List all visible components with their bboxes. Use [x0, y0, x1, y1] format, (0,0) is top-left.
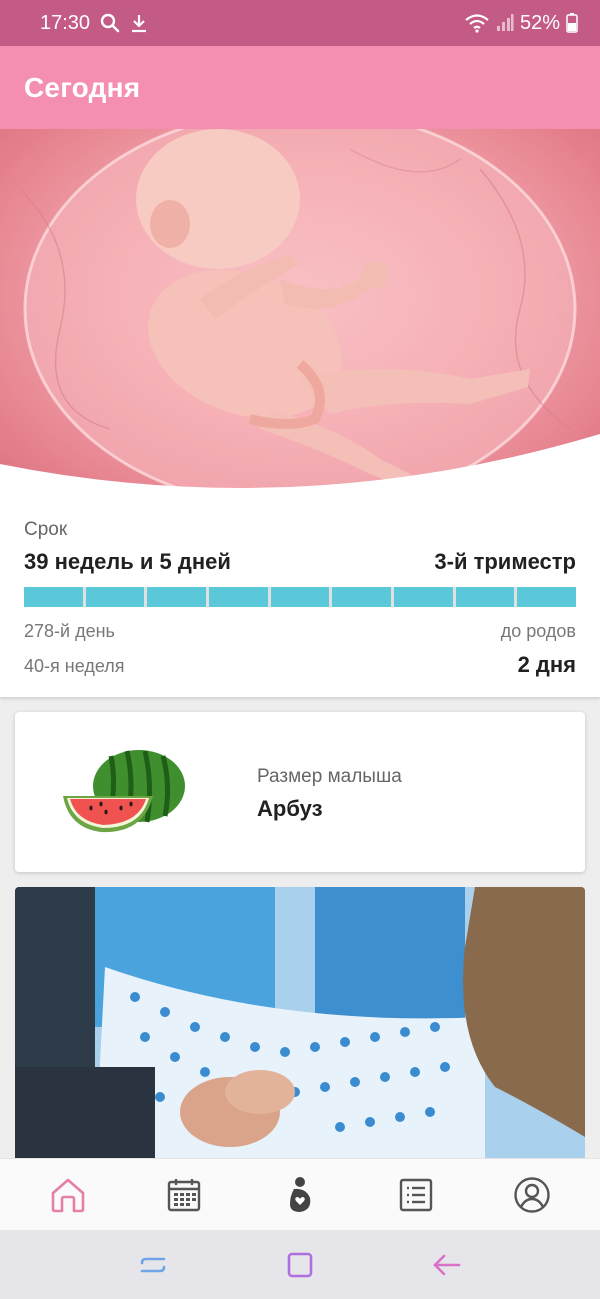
nav-home[interactable] — [38, 1165, 98, 1225]
progress-segment — [147, 587, 207, 607]
term-card: Срок 39 недель и 5 дней 3-й триместр 278… — [0, 499, 600, 697]
until-birth-label: до родов — [500, 621, 576, 641]
battery-icon — [566, 13, 578, 33]
nav-profile[interactable] — [502, 1165, 562, 1225]
nav-list[interactable] — [386, 1165, 446, 1225]
watermelon-icon — [61, 750, 185, 839]
fetus-illustration — [0, 129, 600, 499]
home-square-icon — [287, 1252, 313, 1277]
until-birth-value: 2 дня — [517, 652, 576, 677]
birth-photo — [15, 887, 585, 1159]
status-bar: 17:30 52% — [0, 0, 600, 46]
progress-segment — [394, 587, 453, 607]
week-count: 40-я неделя — [24, 656, 125, 676]
app-bar: Сегодня — [0, 46, 600, 129]
download-icon — [130, 13, 148, 33]
recent-apps-button[interactable] — [123, 1240, 183, 1290]
pregnancy-icon — [290, 1176, 311, 1212]
nav-pregnancy[interactable] — [270, 1165, 330, 1225]
term-label: Срок — [24, 519, 68, 540]
profile-icon — [514, 1176, 550, 1213]
home-icon — [51, 1178, 85, 1212]
calendar-icon — [167, 1178, 201, 1211]
baby-size-card[interactable]: Размер малыша Арбуз — [15, 712, 585, 872]
pregnancy-progress-bar — [24, 587, 577, 607]
recent-apps-icon — [141, 1257, 166, 1272]
progress-segment — [455, 587, 515, 607]
signal-icon — [496, 14, 514, 32]
back-button[interactable] — [417, 1240, 477, 1290]
baby-size-label: Размер малыша — [257, 766, 402, 787]
list-icon — [399, 1178, 433, 1211]
battery-text: 52% — [519, 11, 560, 34]
article-photo-card[interactable] — [15, 887, 585, 1159]
system-navigation-bar — [0, 1230, 600, 1299]
bottom-navigation — [0, 1158, 600, 1230]
progress-segment — [517, 587, 577, 607]
status-time: 17:30 — [40, 11, 91, 34]
home-button[interactable] — [270, 1240, 330, 1290]
page-title: Сегодня — [24, 71, 141, 103]
term-trimester: 3-й триместр — [434, 549, 576, 574]
term-weeks: 39 недель и 5 дней — [24, 549, 231, 574]
progress-segment — [332, 587, 392, 607]
nav-calendar[interactable] — [154, 1165, 214, 1225]
progress-segment — [209, 587, 268, 607]
wifi-icon — [464, 13, 490, 33]
baby-size-value: Арбуз — [257, 796, 323, 821]
day-count: 278-й день — [24, 621, 115, 641]
back-arrow-icon — [433, 1254, 460, 1275]
progress-segment — [270, 587, 330, 607]
search-icon — [100, 13, 120, 33]
progress-segment — [24, 587, 83, 607]
progress-segment — [85, 587, 145, 607]
